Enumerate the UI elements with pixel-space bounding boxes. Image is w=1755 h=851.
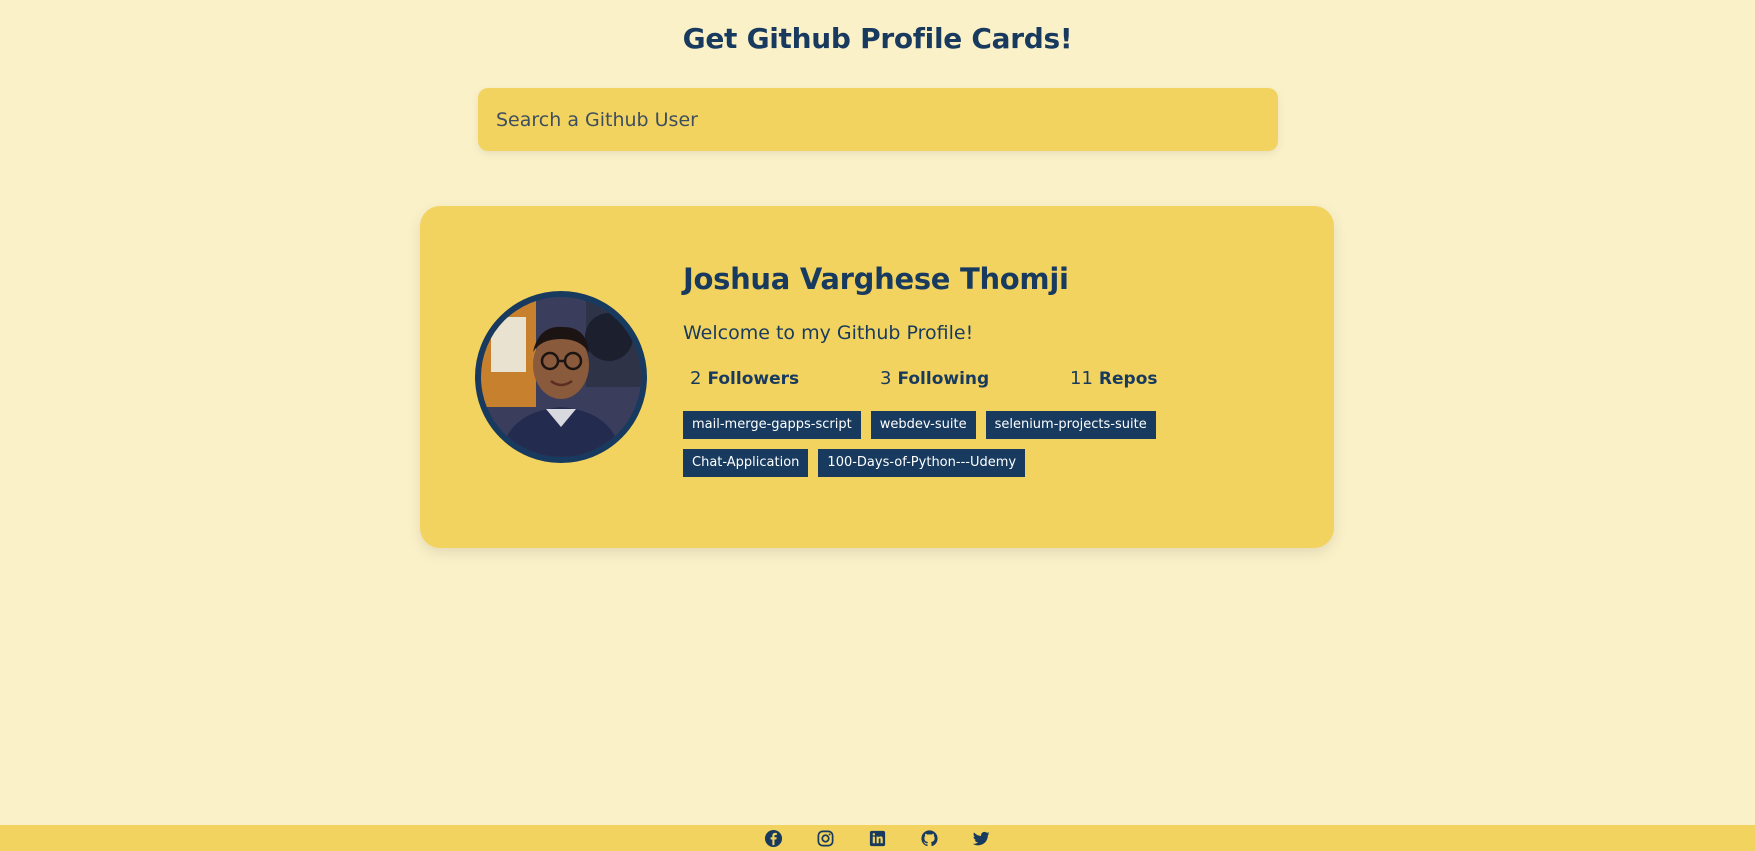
- user-name: Joshua Varghese Thomji: [683, 262, 1069, 296]
- repo-link[interactable]: 100-Days-of-Python---Udemy: [818, 449, 1026, 477]
- stat-followers: 2 Followers: [683, 368, 873, 389]
- avatar-image: [481, 297, 641, 457]
- avatar: [475, 291, 647, 463]
- instagram-icon[interactable]: [814, 828, 838, 848]
- facebook-icon[interactable]: [762, 828, 786, 848]
- stats-list: 2 Followers 3 Following 11 Repos: [683, 368, 1303, 389]
- search-form: [478, 88, 1278, 151]
- search-input[interactable]: [478, 88, 1278, 151]
- repo-link[interactable]: Chat-Application: [683, 449, 809, 477]
- stat-label: Repos: [1098, 369, 1158, 389]
- stat-value: 11: [1070, 368, 1093, 389]
- twitter-icon[interactable]: [970, 828, 994, 848]
- page-title: Get Github Profile Cards!: [682, 22, 1073, 55]
- profile-card: Joshua Varghese Thomji Welcome to my Git…: [420, 206, 1334, 548]
- footer: [0, 825, 1755, 851]
- github-icon[interactable]: [918, 828, 942, 848]
- stat-value: 2: [690, 368, 702, 389]
- stat-value: 3: [880, 368, 892, 389]
- repo-list: mail-merge-gapps-script webdev-suite sel…: [683, 411, 1283, 487]
- repo-link[interactable]: webdev-suite: [870, 411, 976, 439]
- repo-link[interactable]: selenium-projects-suite: [985, 411, 1156, 439]
- stat-repos: 11 Repos: [1063, 368, 1253, 389]
- stat-label: Followers: [707, 369, 800, 389]
- user-info: Joshua Varghese Thomji Welcome to my Git…: [683, 262, 1303, 487]
- repo-link[interactable]: mail-merge-gapps-script: [683, 411, 861, 439]
- stat-label: Following: [897, 369, 990, 389]
- page: Get Github Profile Cards! Joshu: [0, 0, 1755, 851]
- stat-following: 3 Following: [873, 368, 1063, 389]
- linkedin-icon[interactable]: [866, 828, 890, 848]
- user-bio: Welcome to my Github Profile!: [683, 322, 974, 344]
